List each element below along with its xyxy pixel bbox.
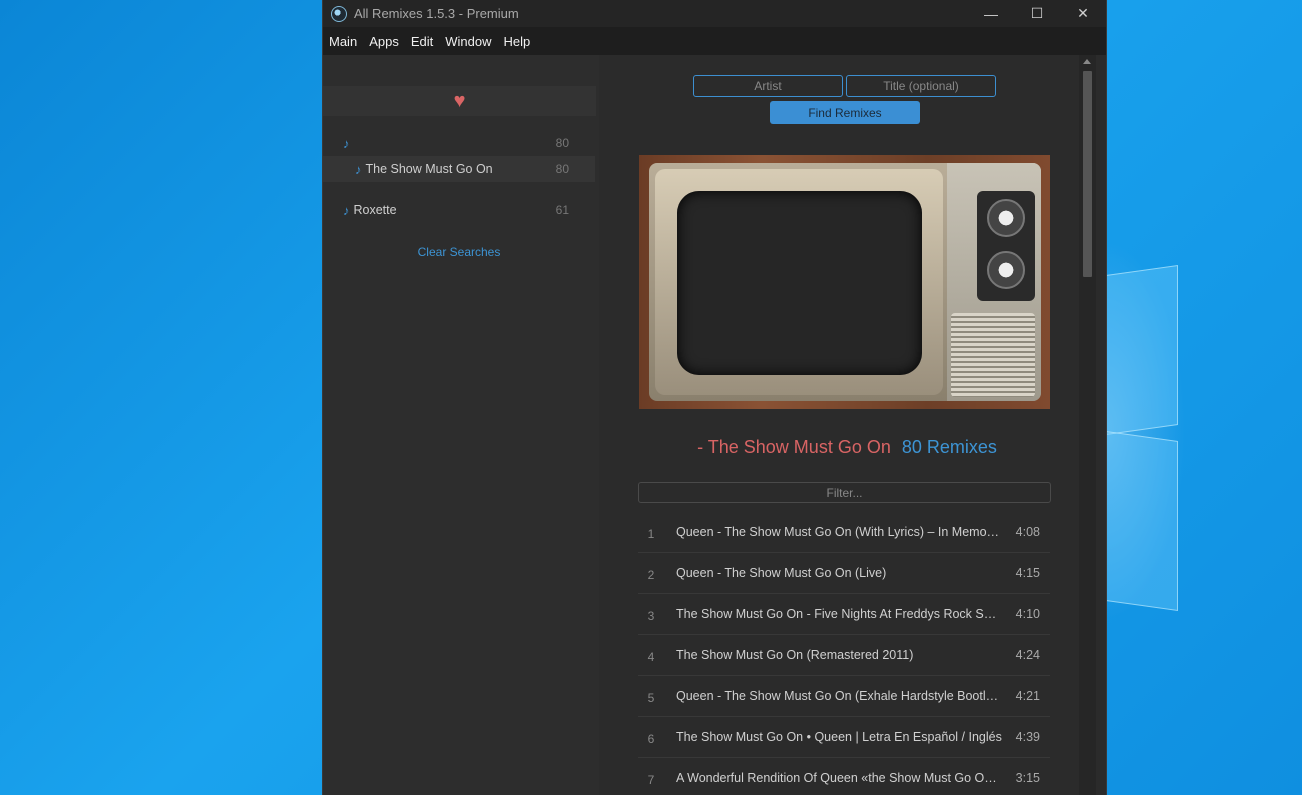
main-panel: Find Remixes - The Show Must Go On 80 Re… bbox=[599, 55, 1095, 795]
find-remixes-button[interactable]: Find Remixes bbox=[770, 101, 920, 124]
minimize-button[interactable]: — bbox=[968, 0, 1014, 27]
song-title: - The Show Must Go On bbox=[697, 437, 891, 457]
heart-icon: ♥ bbox=[453, 90, 466, 112]
track-row[interactable]: 6 The Show Must Go On • Queen | Letra En… bbox=[638, 717, 1050, 758]
menu-window[interactable]: Window bbox=[445, 34, 491, 49]
menu-help[interactable]: Help bbox=[503, 34, 530, 49]
artist-input[interactable] bbox=[693, 75, 843, 97]
album-art-image bbox=[639, 155, 1050, 409]
track-list: 1 Queen - The Show Must Go On (With Lyri… bbox=[638, 512, 1050, 795]
sidebar-item-label: Roxette bbox=[353, 203, 397, 217]
filter-input[interactable] bbox=[638, 482, 1051, 503]
track-row[interactable]: 4 The Show Must Go On (Remastered 2011) … bbox=[638, 635, 1050, 676]
sidebar-item-count: 80 bbox=[555, 162, 569, 176]
title-bar[interactable]: All Remixes 1.5.3 - Premium — ☐ ✕ bbox=[323, 0, 1106, 27]
track-name: The Show Must Go On - Five Nights At Fre… bbox=[676, 607, 1003, 621]
app-window: All Remixes 1.5.3 - Premium — ☐ ✕ Main A… bbox=[322, 0, 1107, 795]
track-number: 7 bbox=[647, 773, 655, 787]
track-row[interactable]: 5 Queen - The Show Must Go On (Exhale Ha… bbox=[638, 676, 1050, 717]
maximize-button[interactable]: ☐ bbox=[1014, 0, 1060, 27]
music-note-icon: ♪ bbox=[343, 135, 350, 151]
sidebar-item-the-show-must-go-on[interactable]: ♪ The Show Must Go On 80 bbox=[323, 156, 595, 182]
track-duration: 4:08 bbox=[1015, 525, 1040, 539]
track-duration: 4:10 bbox=[1015, 607, 1040, 621]
menu-main[interactable]: Main bbox=[329, 34, 357, 49]
scroll-up-arrow-icon[interactable] bbox=[1083, 59, 1091, 64]
track-number: 2 bbox=[647, 568, 655, 582]
track-duration: 4:21 bbox=[1015, 689, 1040, 703]
track-row[interactable]: 1 Queen - The Show Must Go On (With Lyri… bbox=[638, 512, 1050, 553]
menu-bar: Main Apps Edit Window Help bbox=[323, 27, 1106, 55]
track-name: The Show Must Go On (Remastered 2011) bbox=[676, 648, 914, 662]
track-duration: 4:24 bbox=[1015, 648, 1040, 662]
track-name: A Wonderful Rendition Of Queen «the Show… bbox=[676, 771, 1003, 785]
track-number: 5 bbox=[647, 691, 655, 705]
track-duration: 4:15 bbox=[1015, 566, 1040, 580]
track-name: Queen - The Show Must Go On (Exhale Hard… bbox=[676, 689, 1003, 703]
main-scrollbar[interactable] bbox=[1079, 55, 1096, 795]
track-name: Queen - The Show Must Go On (With Lyrics… bbox=[676, 525, 1003, 539]
window-title: All Remixes 1.5.3 - Premium bbox=[354, 6, 519, 21]
track-duration: 3:15 bbox=[1015, 771, 1040, 785]
remix-count: 80 Remixes bbox=[901, 437, 997, 457]
sidebar-item-count: 80 bbox=[555, 136, 569, 150]
menu-edit[interactable]: Edit bbox=[411, 34, 433, 49]
sidebar: ♥ ♪ 80 ♪ The Show Must Go On 80 ♪ Roxett… bbox=[323, 55, 599, 795]
track-number: 4 bbox=[647, 650, 655, 664]
track-name: The Show Must Go On • Queen | Letra En E… bbox=[676, 730, 1002, 744]
track-row[interactable]: 2 Queen - The Show Must Go On (Live) 4:1… bbox=[638, 553, 1050, 594]
favorites-button[interactable]: ♥ bbox=[323, 86, 596, 116]
track-name: Queen - The Show Must Go On (Live) bbox=[676, 566, 887, 580]
track-row[interactable]: 7 A Wonderful Rendition Of Queen «the Sh… bbox=[638, 758, 1050, 795]
scroll-thumb[interactable] bbox=[1083, 71, 1092, 277]
close-button[interactable]: ✕ bbox=[1060, 0, 1106, 27]
title-input[interactable] bbox=[846, 75, 996, 97]
sidebar-item-roxette[interactable]: ♪ Roxette 61 bbox=[323, 197, 595, 223]
sidebar-item-count: 61 bbox=[555, 203, 569, 217]
window-controls: — ☐ ✕ bbox=[968, 0, 1106, 27]
clear-searches-link[interactable]: Clear Searches bbox=[323, 245, 595, 259]
track-number: 1 bbox=[647, 527, 655, 541]
track-number: 6 bbox=[647, 732, 655, 746]
music-note-icon: ♪ bbox=[355, 161, 362, 177]
app-logo-icon bbox=[331, 5, 347, 22]
desktop-windows-logo bbox=[1106, 240, 1302, 620]
menu-apps[interactable]: Apps bbox=[369, 34, 399, 49]
music-note-icon: ♪ bbox=[343, 202, 350, 218]
sidebar-item-label: The Show Must Go On bbox=[365, 162, 493, 176]
sidebar-item-artist-search[interactable]: ♪ 80 bbox=[323, 130, 595, 156]
track-row[interactable]: 3 The Show Must Go On - Five Nights At F… bbox=[638, 594, 1050, 635]
result-headline: - The Show Must Go On 80 Remixes bbox=[599, 437, 1095, 458]
track-duration: 4:39 bbox=[1015, 730, 1040, 744]
track-number: 3 bbox=[647, 609, 655, 623]
